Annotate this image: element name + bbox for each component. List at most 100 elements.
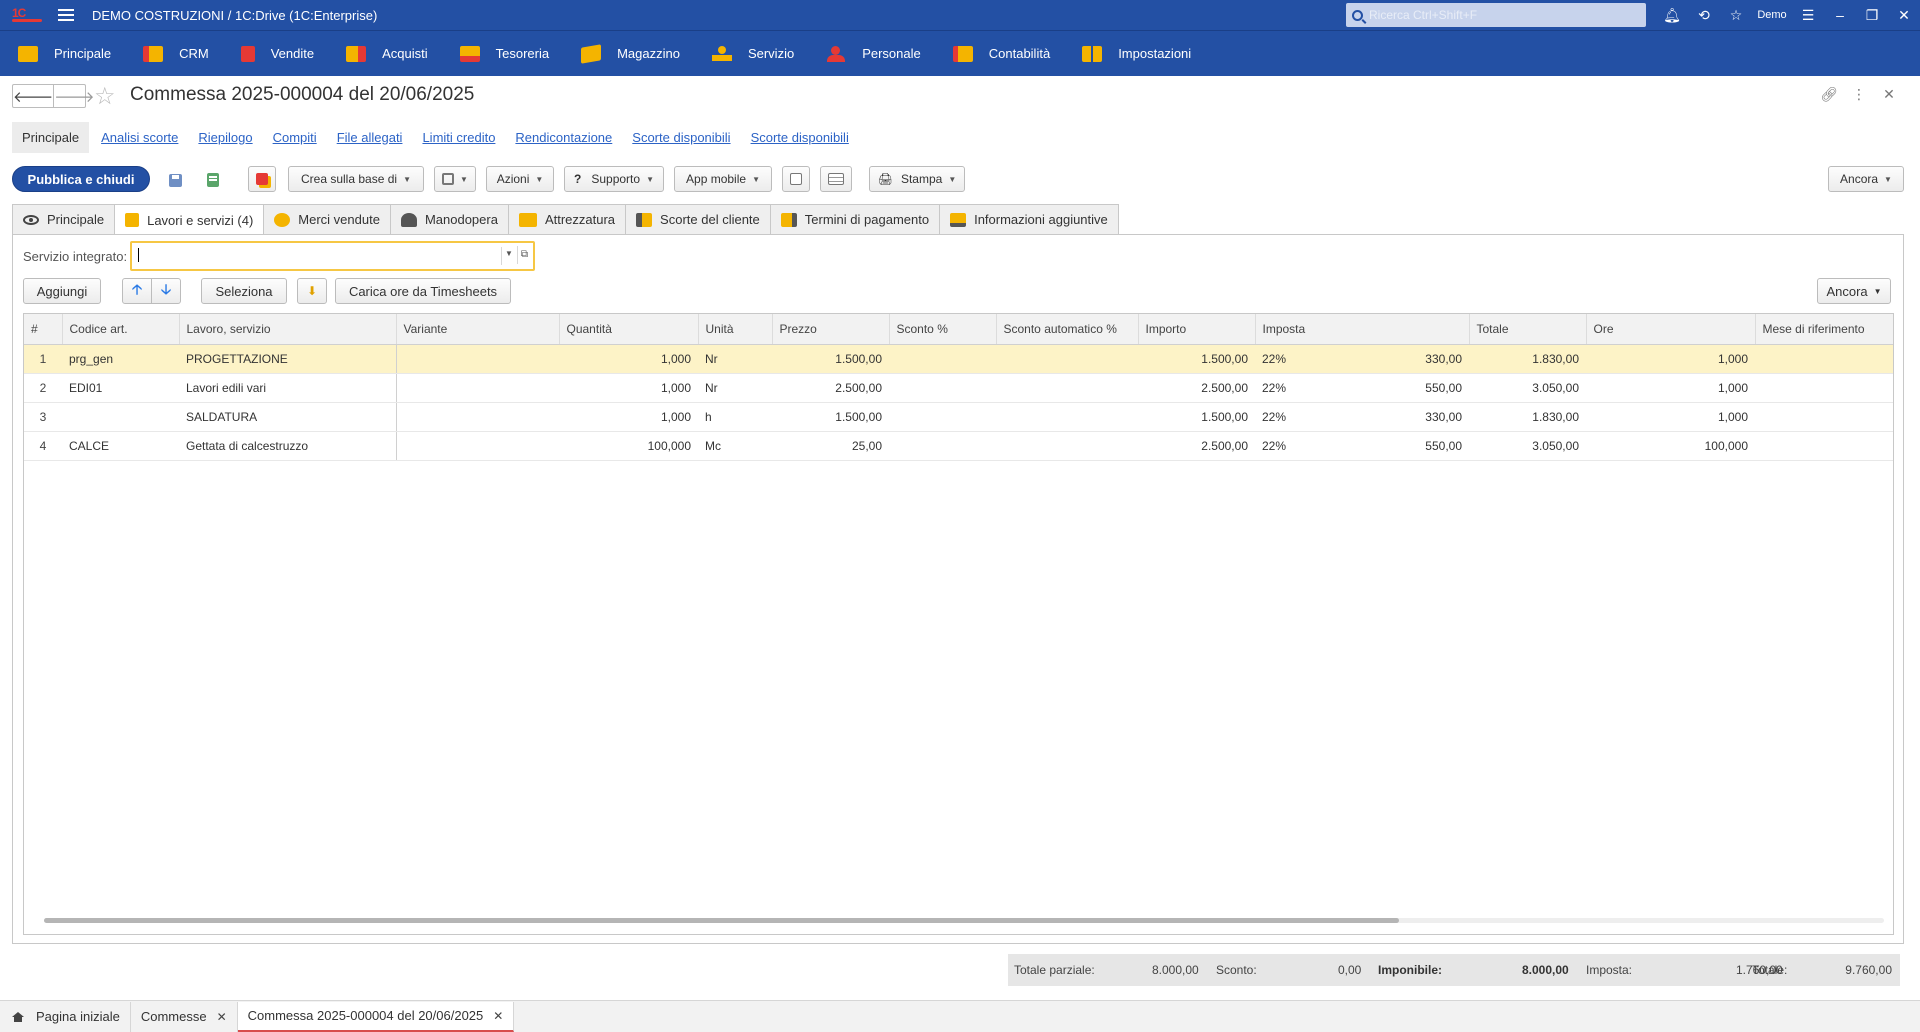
link-rendicontazione[interactable]: Rendicontazione [515, 130, 612, 145]
auto-discount[interactable] [996, 344, 1138, 374]
table-row[interactable]: 4 CALCE Gettata di calcestruzzo 100,000 … [24, 431, 1893, 461]
link-icon[interactable]: 🔗︎ [1814, 86, 1844, 103]
open-item-icon[interactable]: ⧉ [517, 246, 531, 264]
history-icon[interactable]: ⟲ [1688, 7, 1720, 24]
price[interactable]: 2.500,00 [772, 373, 889, 403]
tab-manodopera[interactable]: Manodopera [389, 204, 509, 234]
notifications-bell-icon[interactable]: 🔔︎ [1656, 7, 1688, 24]
total[interactable]: 1.830,00 [1469, 402, 1586, 432]
col-amount[interactable]: Importo [1138, 314, 1256, 345]
auto-discount[interactable] [996, 431, 1138, 461]
tab-home-page[interactable]: Pagina iniziale [0, 1001, 131, 1032]
section-contabilita[interactable]: Contabilità [952, 45, 1050, 62]
link-scorte-disponibili[interactable]: Scorte disponibili [632, 130, 730, 145]
quantity[interactable]: 1,000 [559, 373, 698, 403]
tax-amount[interactable]: 550,00 [1351, 431, 1469, 461]
section-impostazioni[interactable]: Impostazioni [1082, 45, 1191, 62]
forward-arrow-icon[interactable]: 🡒 [54, 85, 94, 107]
tax-rate[interactable]: 22% [1255, 373, 1351, 403]
work-service[interactable]: SALDATURA [179, 402, 396, 432]
tab-termini-pagamento[interactable]: Termini di pagamento [769, 204, 941, 234]
item-code[interactable]: EDI01 [62, 373, 179, 403]
more-vertical-icon[interactable]: ⋮ [1844, 86, 1874, 103]
section-crm[interactable]: CRM [143, 45, 209, 62]
section-principale[interactable]: Principale [18, 45, 111, 62]
col-total[interactable]: Totale [1469, 314, 1587, 345]
restore-window-icon[interactable]: ❐ [1856, 7, 1888, 24]
section-acquisti[interactable]: Acquisti [346, 45, 428, 62]
amount[interactable]: 1.500,00 [1138, 344, 1255, 374]
amount[interactable]: 1.500,00 [1138, 402, 1255, 432]
document-icon[interactable] [782, 166, 810, 192]
amount[interactable]: 2.500,00 [1138, 373, 1255, 403]
scrollbar-thumb[interactable] [44, 918, 1399, 923]
quantity[interactable]: 1,000 [559, 402, 698, 432]
grid-more-button[interactable]: Ancora ▼ [1817, 278, 1891, 304]
unit[interactable]: Nr [698, 344, 772, 374]
col-price[interactable]: Prezzo [772, 314, 890, 345]
import-button[interactable]: ⬇ [297, 278, 327, 304]
reference-month[interactable] [1755, 373, 1893, 403]
col-tax-amount[interactable] [1351, 314, 1470, 345]
tax-rate[interactable]: 22% [1255, 402, 1351, 432]
col-tax[interactable]: Imposta [1255, 314, 1351, 345]
app-mobile-button[interactable]: App mobile ▼ [674, 166, 772, 192]
unit[interactable]: h [698, 402, 772, 432]
discount[interactable] [889, 431, 996, 461]
move-up-button[interactable]: 🡡 [122, 278, 152, 304]
link-compiti[interactable]: Compiti [273, 130, 317, 145]
total[interactable]: 1.830,00 [1469, 344, 1586, 374]
chevron-down-icon[interactable]: ▼ [505, 249, 513, 258]
table-row[interactable]: 1 prg_gen PROGETTAZIONE 1,000 Nr 1.500,0… [24, 344, 1893, 374]
amount[interactable]: 2.500,00 [1138, 431, 1255, 461]
table-view-icon[interactable] [820, 166, 852, 192]
tax-rate[interactable]: 22% [1255, 431, 1351, 461]
settings-menu-icon[interactable]: ☰ [1792, 7, 1824, 24]
link-scorte-disponibili-2[interactable]: Scorte disponibili [751, 130, 849, 145]
section-magazzino[interactable]: Magazzino [581, 43, 680, 64]
total[interactable]: 3.050,00 [1469, 431, 1586, 461]
tax-amount[interactable]: 330,00 [1351, 344, 1469, 374]
tab-informazioni-aggiuntive[interactable]: Informazioni aggiuntive [939, 204, 1119, 234]
link-riepilogo[interactable]: Riepilogo [198, 130, 252, 145]
user-name[interactable]: Demo [1752, 9, 1792, 21]
variant[interactable] [395, 402, 559, 432]
support-button[interactable]: ? Supporto ▼ [564, 166, 664, 192]
col-item-code[interactable]: Codice art. [62, 314, 180, 345]
tax-amount[interactable]: 330,00 [1351, 402, 1469, 432]
total[interactable]: 3.050,00 [1469, 373, 1586, 403]
link-limiti-credito[interactable]: Limiti credito [422, 130, 495, 145]
item-code[interactable]: prg_gen [62, 344, 179, 374]
variant[interactable] [395, 431, 559, 461]
actions-button[interactable]: Azioni ▼ [486, 166, 554, 192]
price[interactable]: 1.500,00 [772, 402, 889, 432]
variant[interactable] [395, 373, 559, 403]
tab-scorte-cliente[interactable]: Scorte del cliente [625, 204, 771, 234]
minimize-icon[interactable]: – [1824, 7, 1856, 23]
auto-discount[interactable] [996, 373, 1138, 403]
unit[interactable]: Mc [698, 431, 772, 461]
quantity[interactable]: 1,000 [559, 344, 698, 374]
favorites-star-icon[interactable]: ☆ [1720, 7, 1752, 24]
tax-rate[interactable]: 22% [1255, 344, 1351, 374]
unit[interactable]: Nr [698, 373, 772, 403]
auto-discount[interactable] [996, 402, 1138, 432]
add-button[interactable]: Aggiungi [23, 278, 101, 304]
col-discount[interactable]: Sconto % [889, 314, 997, 345]
col-work-service[interactable]: Lavoro, servizio [179, 314, 397, 345]
col-hours[interactable]: Ore [1586, 314, 1756, 345]
back-arrow-icon[interactable]: 🡐 [13, 85, 55, 107]
publish-close-button[interactable]: Pubblica e chiudi [12, 166, 150, 192]
close-tab-icon[interactable]: ✕ [493, 1009, 503, 1023]
integrated-service-input[interactable] [136, 247, 502, 265]
print-button[interactable]: 🖨︎ Stampa ▼ [869, 166, 965, 192]
work-service[interactable]: Lavori edili vari [179, 373, 396, 403]
tab-lavori-servizi[interactable]: Lavori e servizi (4) [114, 204, 265, 235]
col-variant[interactable]: Variante [396, 314, 560, 345]
post-document-icon[interactable] [202, 169, 224, 191]
tab-attrezzatura[interactable]: Attrezzatura [507, 204, 627, 234]
price[interactable]: 1.500,00 [772, 344, 889, 374]
section-personale[interactable]: Personale [826, 45, 921, 62]
link-analisi-scorte[interactable]: Analisi scorte [101, 130, 178, 145]
work-service[interactable]: Gettata di calcestruzzo [179, 431, 396, 461]
